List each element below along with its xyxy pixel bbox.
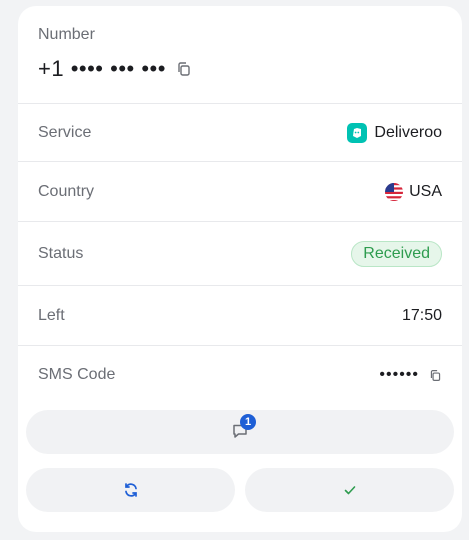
country-label: Country xyxy=(38,182,95,200)
service-name: Deliveroo xyxy=(374,123,442,141)
number-details-card: Number +1 •••• ••• ••• Service Deliveroo xyxy=(18,6,462,532)
deliveroo-logo-icon xyxy=(347,122,368,143)
time-left-value: 17:50 xyxy=(401,306,442,324)
sms-code-value: •••••• xyxy=(379,366,442,384)
country-row: Country USA xyxy=(18,162,462,222)
check-icon xyxy=(344,486,355,495)
country-value: USA xyxy=(385,182,442,201)
status-label: Status xyxy=(38,244,84,262)
sms-code-masked: •••••• xyxy=(379,366,419,383)
copy-icon[interactable] xyxy=(429,369,442,382)
time-left-row: Left 17:50 xyxy=(18,286,462,346)
copy-icon[interactable] xyxy=(176,61,192,77)
confirm-button[interactable] xyxy=(245,468,454,512)
number-label: Number xyxy=(38,26,95,43)
service-value: Deliveroo xyxy=(347,122,442,143)
refresh-button[interactable] xyxy=(26,468,235,512)
number-section: Number +1 •••• ••• ••• xyxy=(18,6,462,104)
phone-number-value: +1 •••• ••• ••• xyxy=(38,56,166,81)
sms-code-row: SMS Code •••••• xyxy=(18,346,462,404)
refresh-icon xyxy=(124,483,137,497)
status-badge: Received xyxy=(351,240,442,267)
service-label: Service xyxy=(38,123,92,141)
messages-button[interactable]: 1 xyxy=(26,410,454,454)
time-left-label: Left xyxy=(38,306,65,324)
number-row: +1 •••• ••• ••• xyxy=(38,56,192,82)
notification-badge: 1 xyxy=(240,414,256,430)
sms-code-label: SMS Code xyxy=(38,366,116,383)
country-name: USA xyxy=(409,182,442,200)
us-flag-icon xyxy=(385,182,404,201)
chat-icon-wrap: 1 xyxy=(230,414,256,442)
status-row: Status Received xyxy=(18,222,462,286)
service-row: Service Deliveroo xyxy=(18,104,462,162)
